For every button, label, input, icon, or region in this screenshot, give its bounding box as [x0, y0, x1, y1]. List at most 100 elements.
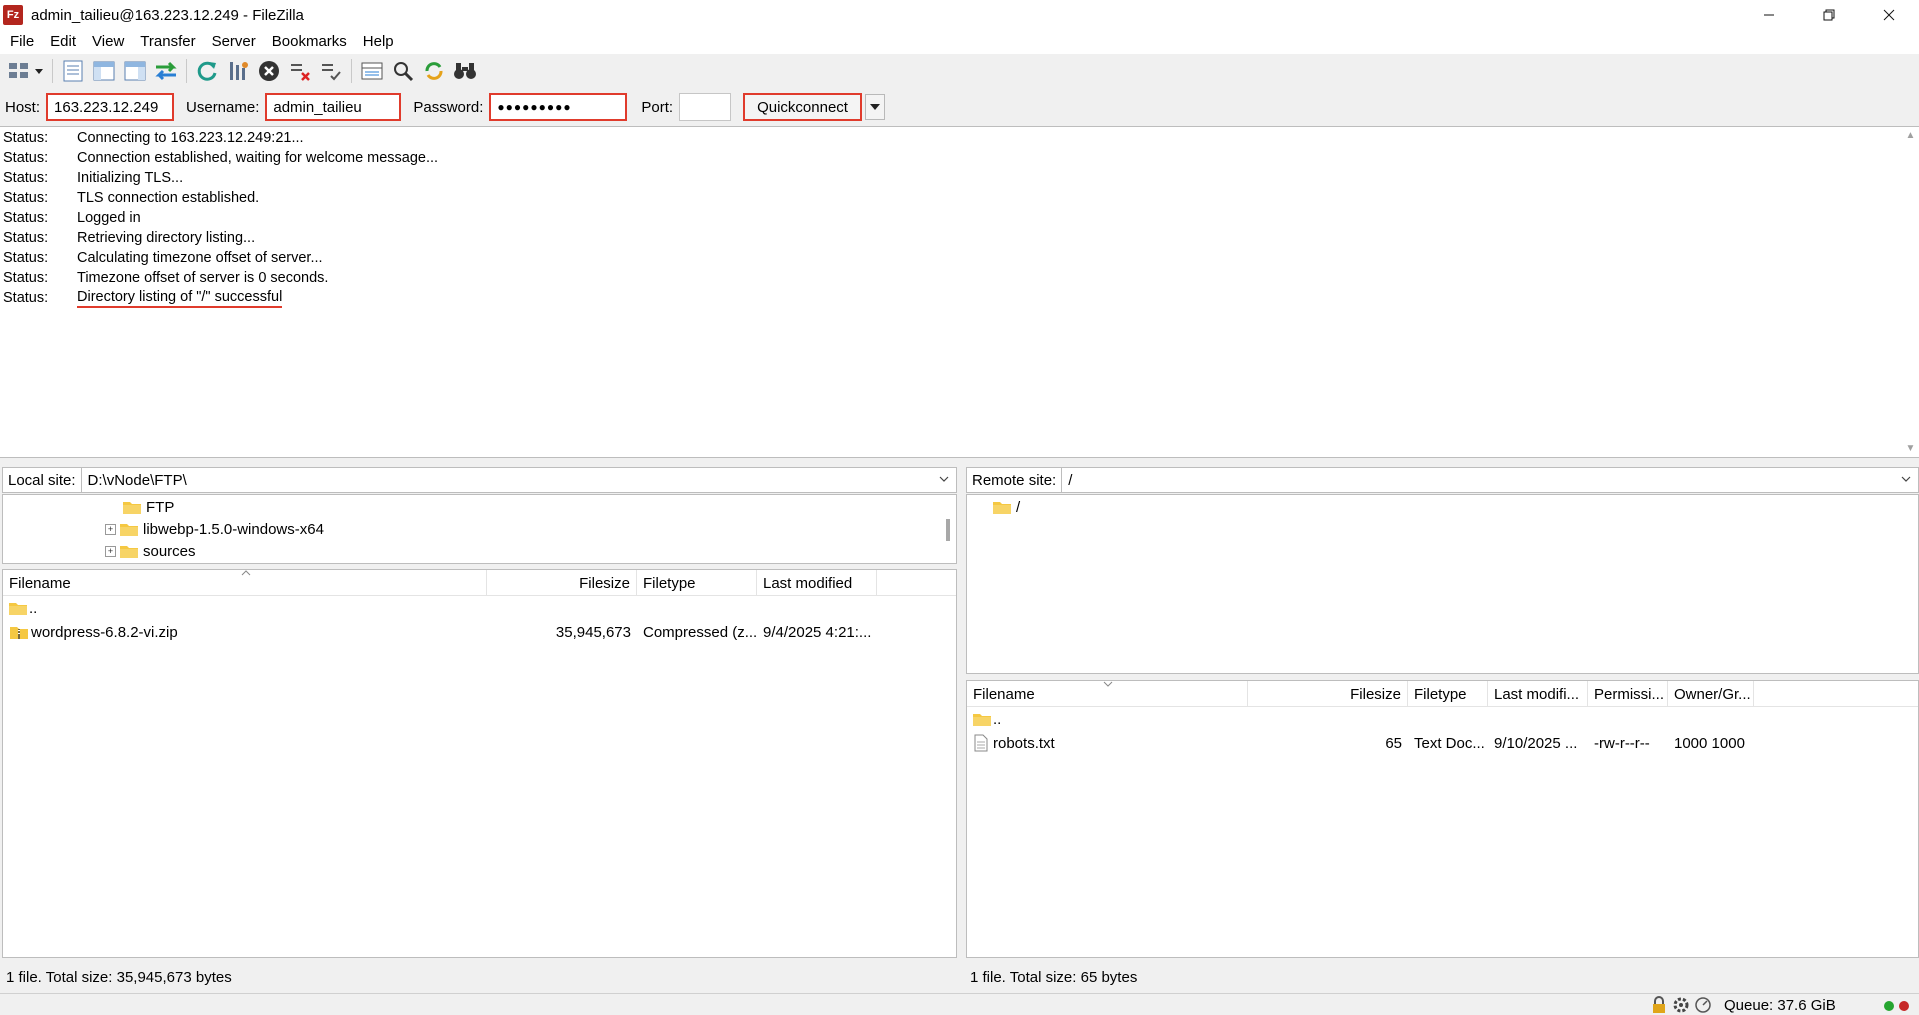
toolbar-separator: [351, 59, 352, 83]
chevron-down-icon: [869, 104, 880, 110]
file-type: Text Doc...: [1414, 734, 1485, 752]
folder-icon: [120, 546, 138, 558]
gear-icon[interactable]: [1672, 996, 1690, 1014]
local-path-text: D:\vNode\FTP\: [87, 471, 187, 489]
reconnect-button[interactable]: [317, 57, 345, 85]
column-last-modified[interactable]: Last modifi...: [1488, 681, 1588, 707]
disconnect-button[interactable]: [286, 57, 314, 85]
log-row: Status: Calculating timezone offset of se…: [3, 250, 323, 266]
synchronized-browsing-button[interactable]: [420, 57, 448, 85]
folder-icon: [123, 502, 141, 514]
port-input[interactable]: [679, 93, 732, 121]
expand-icon[interactable]: +: [105, 523, 116, 535]
log-message: Logged in: [77, 210, 141, 226]
cancel-operation-button[interactable]: [255, 57, 283, 85]
minimize-icon: [1764, 14, 1774, 16]
toggle-message-log-button[interactable]: [59, 57, 87, 85]
toggle-remote-tree-button[interactable]: [121, 57, 149, 85]
refresh-button[interactable]: [193, 57, 221, 85]
menu-help[interactable]: Help: [355, 30, 402, 54]
directory-comparison-button[interactable]: [389, 57, 417, 85]
bottom-status-bar: Queue: 37.6 GiB: [0, 993, 1919, 1015]
column-last-modified[interactable]: Last modified: [757, 570, 877, 596]
queue-size: Queue: 37.6 GiB: [1724, 997, 1836, 1014]
chevron-down-icon[interactable]: [1900, 473, 1912, 485]
minimize-button[interactable]: [1739, 0, 1799, 30]
menu-bar: File Edit View Transfer Server Bookmarks…: [0, 30, 1919, 54]
reconnect-icon: [322, 64, 341, 81]
lock-icon[interactable]: [1650, 996, 1668, 1014]
site-manager-button[interactable]: [6, 57, 46, 85]
menu-view[interactable]: View: [84, 30, 132, 54]
compare-icon: [394, 62, 414, 82]
log-row: Status: Connecting to 163.223.12.249:21..…: [3, 130, 304, 146]
host-input[interactable]: 163.223.12.249: [46, 93, 175, 121]
message-log-icon: [63, 60, 83, 82]
scroll-down-icon[interactable]: ▼: [1906, 443, 1916, 454]
username-label: Username:: [186, 98, 260, 116]
quickconnect-bar: Host: 163.223.12.249 Username: admin_tai…: [0, 90, 1919, 124]
file-owner: 1000 1000: [1674, 734, 1745, 752]
expand-icon[interactable]: +: [105, 545, 116, 557]
disconnect-icon: [291, 64, 310, 81]
username-input[interactable]: admin_tailieu: [265, 93, 402, 121]
log-scrollbar[interactable]: ▲ ▼: [1902, 127, 1919, 457]
speed-limit-icon[interactable]: [1694, 996, 1712, 1014]
file-name: ..: [29, 599, 38, 617]
tree-scrollbar-thumb[interactable]: [946, 519, 950, 541]
log-message: Calculating timezone offset of server...: [77, 250, 323, 266]
tree-item-sources[interactable]: + sources: [105, 540, 196, 562]
column-filesize[interactable]: Filesize: [1248, 681, 1408, 707]
search-remote-files-button[interactable]: [451, 57, 479, 85]
column-permissions[interactable]: Permissi...: [1588, 681, 1668, 707]
menu-bookmarks[interactable]: Bookmarks: [264, 30, 355, 54]
remote-path-input[interactable]: /: [1062, 467, 1919, 493]
password-input[interactable]: ●●●●●●●●●: [489, 93, 628, 121]
restore-button[interactable]: [1799, 0, 1859, 30]
table-row[interactable]: wordpress-6.8.2-vi.zip 35,945,673 Compre…: [3, 621, 956, 643]
table-row[interactable]: ..: [967, 708, 1918, 730]
scroll-up-icon[interactable]: ▲: [1906, 130, 1916, 141]
cancel-icon: [259, 61, 279, 81]
tree-item-ftp[interactable]: FTP: [123, 496, 174, 518]
toolbar-separator: [52, 59, 53, 83]
tree-item-root[interactable]: /: [993, 496, 1020, 518]
file-name: ..: [993, 710, 1002, 728]
restore-icon: [1823, 9, 1835, 21]
log-row: Status: Retrieving directory listing...: [3, 230, 256, 246]
file-permissions: -rw-r--r--: [1594, 734, 1650, 752]
quickconnect-button[interactable]: Quickconnect: [743, 93, 862, 121]
toolbar: [0, 54, 1919, 88]
menu-transfer[interactable]: Transfer: [132, 30, 203, 54]
log-message-highlighted: Directory listing of "/" successful: [77, 289, 283, 308]
table-row[interactable]: ..: [3, 597, 956, 619]
log-message: TLS connection established.: [77, 190, 260, 206]
menu-server[interactable]: Server: [204, 30, 264, 54]
directory-filter-button[interactable]: [358, 57, 386, 85]
message-log: Status: Connecting to 163.223.12.249:21..…: [0, 126, 1919, 458]
column-filetype[interactable]: Filetype: [637, 570, 757, 596]
column-owner-group[interactable]: Owner/Gr...: [1668, 681, 1754, 707]
chevron-down-icon[interactable]: [938, 473, 950, 485]
remote-status-line: 1 file. Total size: 65 bytes: [966, 966, 1919, 988]
toggle-local-tree-button[interactable]: [90, 57, 118, 85]
column-filetype[interactable]: Filetype: [1408, 681, 1488, 707]
transfer-led-icon: [1884, 1001, 1894, 1011]
tree-item-libwebp[interactable]: + libwebp-1.5.0-windows-x64: [105, 518, 324, 540]
window-title: admin_tailieu@163.223.12.249 - FileZilla: [31, 6, 304, 24]
table-row[interactable]: robots.txt 65 Text Doc... 9/10/2025 ... …: [967, 732, 1918, 754]
quickconnect-dropdown[interactable]: [864, 94, 885, 120]
remote-file-list-header: Filename Filesize Filetype Last modifi..…: [967, 681, 1918, 707]
local-site-label: Local site:: [2, 467, 82, 493]
remote-site-label: Remote site:: [966, 467, 1063, 493]
sync-icon: [425, 62, 443, 80]
toggle-transfer-queue-button[interactable]: [152, 57, 180, 85]
process-queue-button[interactable]: [224, 57, 252, 85]
column-filesize[interactable]: Filesize: [487, 570, 637, 596]
toolbar-separator: [186, 59, 187, 83]
close-button[interactable]: [1859, 0, 1919, 30]
menu-file[interactable]: File: [2, 30, 42, 54]
local-path-input[interactable]: D:\vNode\FTP\: [81, 467, 957, 493]
remote-file-list: Filename Filesize Filetype Last modifi..…: [966, 680, 1919, 958]
menu-edit[interactable]: Edit: [42, 30, 84, 54]
